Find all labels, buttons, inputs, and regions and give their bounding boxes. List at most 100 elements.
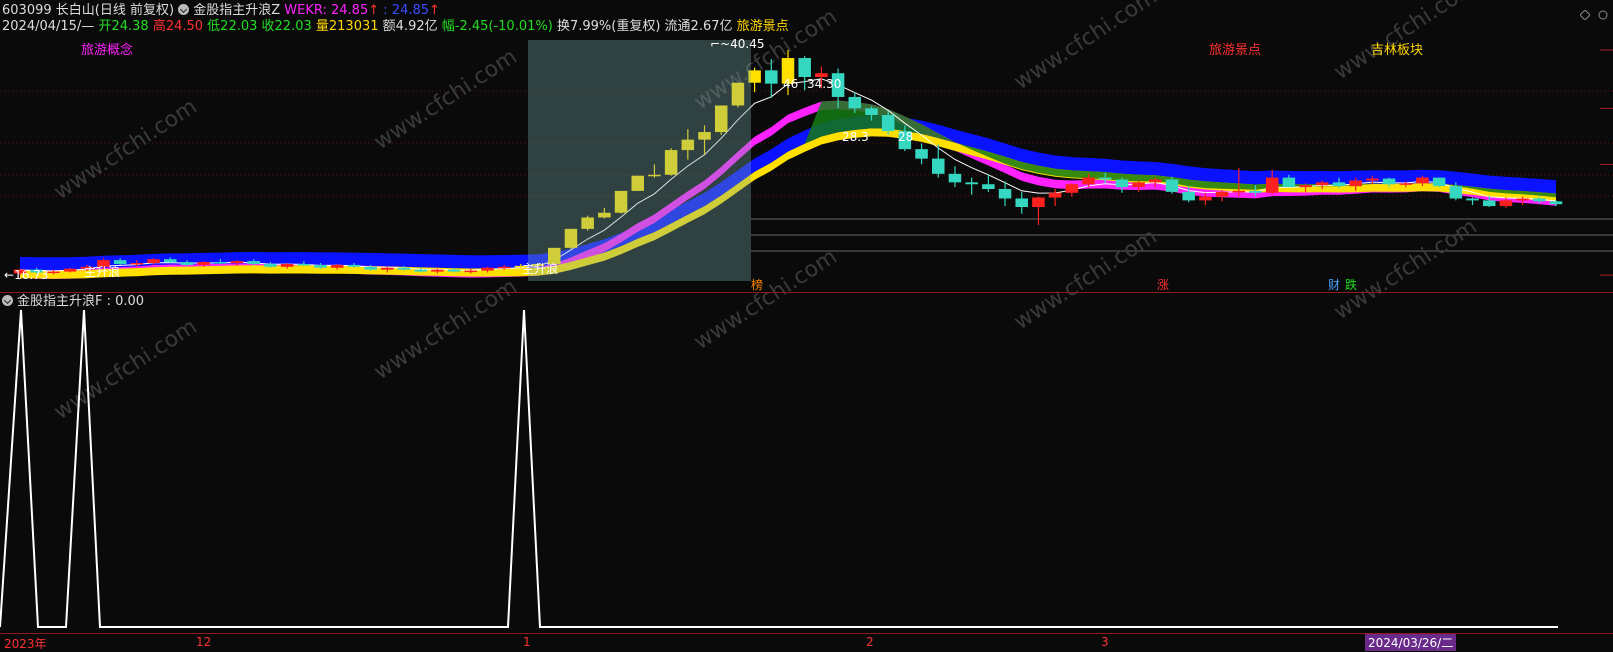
candle-body bbox=[330, 264, 344, 268]
tag-jilin-sector: 吉林板块 bbox=[1371, 43, 1424, 58]
candle-body bbox=[414, 269, 427, 272]
candle-body bbox=[264, 263, 277, 267]
watermark-text: www.cfchi.com bbox=[50, 314, 202, 425]
candle-body bbox=[1366, 178, 1379, 181]
candle-body bbox=[1265, 177, 1279, 193]
marker-cai[interactable]: 财 bbox=[1328, 276, 1340, 293]
up-arrow-icon: ↑ bbox=[429, 3, 440, 18]
sub-indicator bbox=[0, 309, 1558, 628]
candle-body bbox=[464, 270, 478, 273]
candle-body bbox=[1015, 198, 1028, 208]
watermark-text: www.cfchi.com bbox=[370, 44, 522, 155]
xaxis-label-12: 12 bbox=[196, 635, 212, 649]
low-price-label: ←16.73 bbox=[4, 268, 49, 282]
candle-body bbox=[147, 259, 160, 264]
wekr2-value: : 24.85 bbox=[383, 3, 430, 18]
candle-body bbox=[497, 266, 511, 269]
tag-tourism-concept: 旅游概念 bbox=[81, 43, 134, 58]
candle-body bbox=[1299, 185, 1312, 188]
candle-body bbox=[197, 262, 210, 265]
candle-body bbox=[63, 268, 77, 272]
change: 幅-2.45(-10.01%) bbox=[441, 19, 553, 34]
candle-body bbox=[1316, 182, 1329, 186]
marker-zhang[interactable]: 涨 bbox=[1157, 276, 1169, 293]
xaxis-label-3: 3 bbox=[1101, 635, 1109, 649]
price-label-46: 46 bbox=[783, 77, 799, 91]
candle-body bbox=[982, 184, 995, 189]
candle-body bbox=[214, 262, 227, 264]
candle-body bbox=[1132, 182, 1145, 188]
price-label-3430: 34.30 bbox=[807, 77, 842, 91]
zhushenglang-label-2: 主升浪 bbox=[522, 262, 559, 276]
marker-bang[interactable]: 榜 bbox=[751, 276, 763, 293]
candle-body bbox=[965, 182, 978, 185]
candle-body bbox=[314, 264, 327, 268]
candle-body bbox=[948, 173, 962, 183]
candle-body bbox=[1349, 180, 1362, 187]
candle-body bbox=[848, 96, 862, 109]
candle-body bbox=[1065, 184, 1079, 193]
candle-body bbox=[1098, 177, 1112, 180]
price-label-2839: 28.3 bbox=[842, 130, 869, 144]
amount: 额4.92亿 bbox=[382, 19, 438, 34]
xaxis-label-2: 2 bbox=[866, 635, 874, 649]
candle-body bbox=[347, 264, 361, 267]
diamond-icon[interactable] bbox=[1579, 5, 1591, 21]
candle-body bbox=[932, 158, 945, 174]
candle-body bbox=[1215, 191, 1229, 197]
candle-body bbox=[1249, 190, 1262, 193]
float: 流通2.67亿 bbox=[664, 19, 733, 34]
marker-die[interactable]: 跌 bbox=[1345, 276, 1357, 293]
zhushenglang-label-1: 主升浪 bbox=[84, 265, 121, 279]
watermark-text: www.cfchi.com bbox=[370, 274, 522, 385]
low: 低22.03 bbox=[207, 19, 258, 34]
candle-body bbox=[1466, 198, 1479, 201]
candle-body bbox=[1533, 198, 1546, 202]
candle-body bbox=[1182, 191, 1195, 201]
candle-body bbox=[1115, 179, 1129, 188]
candle-body bbox=[397, 267, 411, 270]
trend-bands bbox=[19, 78, 1557, 279]
panel-separator bbox=[0, 292, 1613, 293]
candle-body bbox=[280, 263, 294, 267]
candle-body bbox=[1048, 192, 1062, 198]
candle-body bbox=[1232, 190, 1246, 193]
candle-body bbox=[1082, 177, 1095, 185]
watermark-text: www.cfchi.com bbox=[1010, 0, 1162, 95]
candle-body bbox=[1282, 177, 1296, 188]
candle-body bbox=[180, 262, 194, 265]
watermark-text: www.cfchi.com bbox=[1010, 224, 1162, 335]
indicator-toggle-icon[interactable] bbox=[178, 4, 190, 15]
candle-body bbox=[1516, 198, 1529, 201]
sub-header: 金股指主升浪F : 0.00 bbox=[2, 293, 144, 311]
candle-body bbox=[431, 269, 444, 272]
watermarks: www.cfchi.com www.cfchi.com www.cfchi.com w… bbox=[50, 0, 1482, 425]
candle-body bbox=[230, 261, 244, 264]
candle-body bbox=[1165, 179, 1179, 192]
header-line2: 2024/04/15/— 开24.38 高24.50 低22.03 收22.03… bbox=[2, 18, 789, 36]
high-price-label: ⌐~40.45 bbox=[710, 37, 765, 51]
candle-body bbox=[297, 263, 311, 266]
candle-body bbox=[765, 70, 778, 84]
watermark-text: www.cfchi.com bbox=[1330, 214, 1482, 325]
candle-body bbox=[865, 108, 878, 115]
up-arrow-icon: ↑ bbox=[368, 3, 380, 18]
candle-body bbox=[381, 267, 394, 270]
current-date-label: 2024/03/26/二 bbox=[1365, 634, 1457, 651]
xaxis-label-2023: 2023年 bbox=[4, 637, 47, 651]
period: (日线 前复权) bbox=[94, 3, 175, 18]
candle-body bbox=[1382, 178, 1396, 185]
sub-indicator-toggle-icon[interactable] bbox=[2, 295, 13, 306]
candle-body bbox=[998, 188, 1012, 199]
turnover: 换7.99%(重复权) bbox=[556, 19, 661, 34]
sub-indicator-value: : 0.00 bbox=[106, 294, 145, 309]
sub-indicator-name[interactable]: 金股指主升浪F bbox=[17, 294, 102, 309]
concept: 旅游景点 bbox=[736, 19, 789, 34]
circle-icon[interactable] bbox=[1598, 5, 1608, 20]
stock-name: 长白山 bbox=[55, 3, 95, 18]
candle-body bbox=[447, 269, 461, 272]
candle-body bbox=[1332, 182, 1346, 187]
candle-body bbox=[481, 267, 494, 271]
date: 2024/04/15/— bbox=[2, 19, 95, 34]
indicator-name[interactable]: 金股指主升浪Z bbox=[193, 3, 280, 18]
